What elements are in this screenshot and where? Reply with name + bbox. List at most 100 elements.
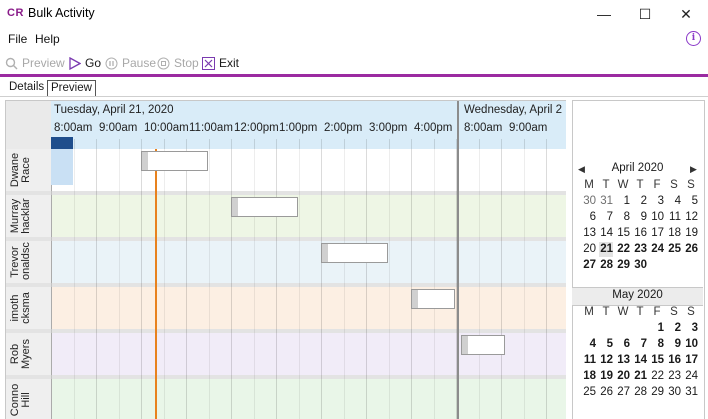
preview-button[interactable]: Preview (5, 55, 65, 71)
resource-row[interactable] (51, 379, 566, 419)
stop-button[interactable]: Stop (157, 55, 199, 71)
appointment-block[interactable] (231, 197, 298, 217)
calendar-day[interactable]: 9 (667, 337, 681, 352)
resource-header[interactable]: Murray hacklar (6, 195, 52, 237)
calendar-day[interactable]: 16 (667, 353, 681, 368)
calendar-day[interactable]: 25 (582, 385, 596, 400)
pause-button[interactable]: Pause (105, 55, 156, 71)
calendar-day[interactable]: 22 (616, 242, 630, 257)
calendar-day[interactable]: 21 (633, 369, 647, 384)
calendar-day[interactable]: 11 (582, 353, 596, 368)
resource-row[interactable] (51, 241, 566, 283)
calendar-day[interactable]: 19 (599, 369, 613, 384)
calendar-day[interactable]: 14 (633, 353, 647, 368)
calendar-day[interactable]: 5 (599, 337, 613, 352)
calendar-day[interactable]: 29 (616, 258, 630, 273)
calendar-day[interactable]: 13 (616, 353, 630, 368)
calendar-day[interactable]: 28 (633, 385, 647, 400)
calendar-day[interactable]: 13 (582, 226, 596, 241)
header-tick (321, 139, 322, 149)
calendar-day[interactable]: 9 (633, 210, 647, 225)
info-icon[interactable]: i (686, 31, 701, 46)
resource-row[interactable] (51, 149, 566, 191)
appointment-block[interactable] (321, 243, 388, 263)
calendar-day[interactable]: 4 (667, 194, 681, 209)
calendar-day[interactable]: 29 (650, 385, 664, 400)
calendar-day[interactable]: 30 (633, 258, 647, 273)
calendar-day[interactable]: 27 (582, 258, 596, 273)
calendar-day[interactable]: 3 (684, 321, 698, 336)
calendar-day[interactable]: 31 (599, 194, 613, 209)
calendar-day[interactable]: 15 (616, 226, 630, 241)
calendar-day[interactable]: 30 (582, 194, 596, 209)
calendar-day[interactable]: 5 (684, 194, 698, 209)
resource-header[interactable]: Dwane Race (6, 149, 52, 191)
calendar-day[interactable]: 16 (633, 226, 647, 241)
calendar-day[interactable]: 26 (684, 242, 698, 257)
menu-file[interactable]: File (8, 32, 27, 46)
calendar-day[interactable]: 17 (650, 226, 664, 241)
calendar-day[interactable]: 17 (684, 353, 698, 368)
calendar-day[interactable]: 24 (650, 242, 664, 257)
calendar-day[interactable]: 20 (582, 242, 596, 257)
calendar-day[interactable]: 8 (616, 210, 630, 225)
calendar-day[interactable]: 21 (599, 242, 613, 257)
header-tick (389, 139, 390, 149)
resource-row[interactable] (51, 195, 566, 237)
calendar-day[interactable]: 6 (582, 210, 596, 225)
close-button[interactable]: ✕ (663, 0, 708, 28)
calendar-day[interactable]: 27 (616, 385, 630, 400)
minimize-button[interactable]: — (581, 0, 627, 28)
appointment-block[interactable] (461, 335, 505, 355)
calendar-day[interactable]: 10 (684, 337, 698, 352)
calendar-day[interactable]: 1 (616, 194, 630, 209)
calendar-day[interactable]: 10 (650, 210, 664, 225)
calendar-day[interactable]: 11 (667, 210, 681, 225)
calendar-day[interactable]: 19 (684, 226, 698, 241)
appointment-block[interactable] (411, 289, 455, 309)
resource-row[interactable] (51, 287, 566, 329)
calendar-day[interactable]: 12 (684, 210, 698, 225)
time-label: 2:00pm (324, 122, 363, 134)
calendar-day[interactable]: 8 (650, 337, 664, 352)
tab-preview[interactable]: Preview (47, 80, 96, 97)
calendar-day[interactable]: 1 (650, 321, 664, 336)
calendar-day[interactable]: 7 (599, 210, 613, 225)
calendar-day[interactable]: 7 (633, 337, 647, 352)
calendar-day[interactable]: 14 (599, 226, 613, 241)
resource-header[interactable]: Conno Hill (6, 379, 52, 419)
header-tick (186, 139, 187, 149)
schedule-view[interactable]: Tuesday, April 21, 2020 Wednesday, April… (5, 100, 566, 419)
calendar-day[interactable]: 23 (633, 242, 647, 257)
calendar-day[interactable]: 30 (667, 385, 681, 400)
calendar-day[interactable]: 25 (667, 242, 681, 257)
resource-header[interactable]: Rob Myers (6, 333, 52, 375)
calendar-day[interactable]: 18 (582, 369, 596, 384)
resource-header[interactable]: imoth cksma (6, 287, 52, 329)
tab-details[interactable]: Details (6, 80, 47, 95)
resource-header[interactable]: Trevor onaldsc (6, 241, 52, 283)
calendar-day[interactable]: 31 (684, 385, 698, 400)
calendar-day[interactable]: 15 (650, 353, 664, 368)
calendar-day[interactable]: 12 (599, 353, 613, 368)
calendar-day[interactable]: 4 (582, 337, 596, 352)
selected-cell[interactable] (51, 149, 73, 185)
calendar-day[interactable]: 20 (616, 369, 630, 384)
exit-button[interactable]: Exit (202, 55, 239, 71)
calendar-day[interactable]: 23 (667, 369, 681, 384)
calendar-day[interactable]: 28 (599, 258, 613, 273)
calendar-day[interactable]: 3 (650, 194, 664, 209)
app-logo: CR (7, 7, 24, 19)
maximize-button[interactable]: ☐ (622, 0, 668, 28)
calendar-day[interactable]: 24 (684, 369, 698, 384)
menu-help[interactable]: Help (35, 32, 60, 46)
calendar-day[interactable]: 6 (616, 337, 630, 352)
calendar-day[interactable]: 26 (599, 385, 613, 400)
calendar-day[interactable]: 2 (633, 194, 647, 209)
appointment-block[interactable] (141, 151, 208, 171)
go-button[interactable]: Go (68, 55, 101, 71)
calendar-day[interactable]: 22 (650, 369, 664, 384)
time-gridline (254, 149, 255, 419)
calendar-day[interactable]: 18 (667, 226, 681, 241)
calendar-day[interactable]: 2 (667, 321, 681, 336)
